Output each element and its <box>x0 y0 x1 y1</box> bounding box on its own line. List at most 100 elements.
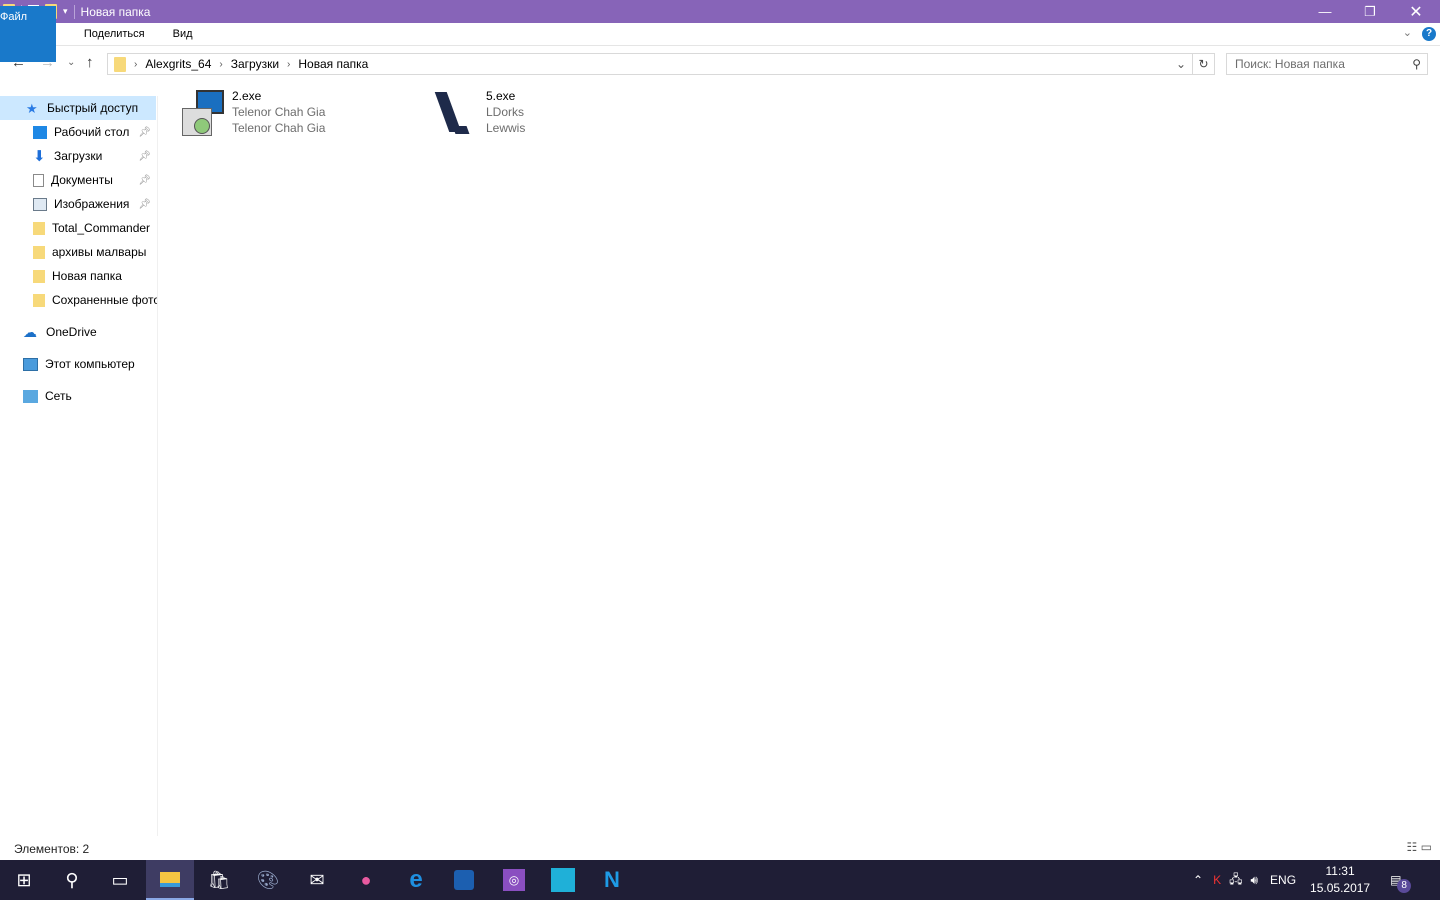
search-button[interactable]: ⚲ <box>48 860 96 900</box>
action-center-icon[interactable]: ▤ 8 <box>1390 873 1412 893</box>
sidebar-item-malware-archives[interactable]: архивы малвары <box>0 240 157 264</box>
sidebar-item-downloads[interactable]: ⬇ Загрузки 📌︎ <box>0 144 157 168</box>
minimize-button[interactable]: — <box>1302 0 1348 23</box>
sidebar-item-saved-photos[interactable]: Сохраненные фото <box>0 288 157 312</box>
windows-icon: ⊞ <box>16 869 32 890</box>
help-icon[interactable]: ? <box>1422 27 1436 41</box>
file-item[interactable]: 2.exe Telenor Chah Gia Telenor Chah Gia <box>176 88 416 144</box>
title-bar: ✓ ▾ Новая папка — ❐ ✕ <box>0 0 1440 23</box>
customize-toolbar-icon[interactable]: ▾ <box>63 6 68 17</box>
desktop-icon <box>33 125 47 139</box>
item-count: Элементов: 2 <box>14 842 90 856</box>
volume-icon[interactable]: 🔊︎ <box>1250 873 1258 888</box>
network-icon[interactable]: 🖧︎ <box>1229 870 1242 891</box>
sidebar-item-new-folder[interactable]: Новая папка <box>0 264 157 288</box>
start-button[interactable]: ⊞ <box>0 860 48 900</box>
app-button-2[interactable] <box>539 860 587 900</box>
chevron-right-icon[interactable]: › <box>287 59 290 70</box>
sidebar-item-label: Этот компьютер <box>45 357 135 371</box>
expand-ribbon-icon[interactable]: ⌄ <box>1403 26 1412 39</box>
breadcrumb-item[interactable]: Новая папка <box>298 57 368 71</box>
chevron-right-icon[interactable]: › <box>134 59 137 70</box>
clock-time: 11:31 <box>1325 864 1355 878</box>
pin-icon[interactable]: 📌︎ <box>138 199 151 210</box>
kaspersky-icon[interactable]: K <box>1213 873 1221 887</box>
window-title: Новая папка <box>80 4 151 19</box>
sidebar-item-documents[interactable]: Документы 📌︎ <box>0 168 157 192</box>
paint-button[interactable]: 🎨︎ <box>244 860 292 900</box>
store-icon: 🛍︎ <box>207 869 231 890</box>
edge-icon: e <box>409 866 423 893</box>
sidebar-item-label: Загрузки <box>54 149 103 163</box>
large-icons-view-icon[interactable]: ▭ <box>1421 840 1432 854</box>
taskbar: ⊞ ⚲ ▭ 🛍︎ 🎨︎ ✉ ● e ◎ N ⌃ K 🖧︎ 🔊︎ ENG 11:3… <box>0 860 1440 900</box>
file-explorer-icon <box>160 871 180 887</box>
sidebar-item-network[interactable]: Сеть <box>0 384 157 408</box>
close-button[interactable]: ✕ <box>1393 0 1439 23</box>
app-button-3[interactable]: N <box>588 860 636 900</box>
sidebar-item-label: Сеть <box>45 389 72 403</box>
back-icon[interactable]: ← <box>11 54 26 71</box>
sidebar-item-pictures[interactable]: Изображения 📌︎ <box>0 192 157 216</box>
ribbon-tabs: Файл Главная Поделиться Вид ⌄ ? <box>0 6 1440 62</box>
clock[interactable]: 11:31 15.05.2017 <box>1310 863 1370 897</box>
search-placeholder: Поиск: Новая папка <box>1235 57 1345 71</box>
sidebar-item-label: Изображения <box>54 197 130 211</box>
details-view-icon[interactable]: ☷ <box>1407 840 1418 854</box>
app-icon <box>454 870 474 890</box>
recent-locations-icon[interactable]: ⌄ <box>67 57 75 68</box>
search-input[interactable]: Поиск: Новая папка ⚲ <box>1226 53 1428 75</box>
file-name: 5.exe <box>486 89 516 103</box>
folder-icon <box>114 56 126 72</box>
forward-icon[interactable]: → <box>40 54 55 71</box>
instagram-icon: ◎ <box>503 869 525 891</box>
file-description: Telenor Chah Gia <box>232 105 326 119</box>
edge-button[interactable]: e <box>392 860 440 900</box>
system-tray: ⌃ K 🖧︎ 🔊︎ ENG 11:31 15.05.2017 ▤ 8 <box>1193 860 1412 900</box>
sidebar-item-quick-access[interactable]: ★ Быстрый доступ <box>0 96 156 120</box>
sidebar-item-label: архивы малвары <box>52 245 147 259</box>
maps-icon: ● <box>360 869 372 890</box>
star-icon: ★ <box>26 100 38 116</box>
store-button[interactable]: 🛍︎ <box>195 860 243 900</box>
chevron-down-icon[interactable]: ⌄ <box>1176 57 1186 71</box>
view-toggle: ☷ ▭ <box>1407 840 1432 854</box>
folder-icon <box>33 269 45 283</box>
breadcrumb-item[interactable]: Загрузки <box>231 57 279 71</box>
instagram-button[interactable]: ◎ <box>490 860 538 900</box>
up-icon[interactable]: ↑ <box>86 54 94 71</box>
sidebar-item-label: Новая папка <box>52 269 122 283</box>
computer-icon <box>23 357 38 371</box>
file-explorer-button[interactable] <box>146 860 194 900</box>
pin-icon[interactable]: 📌︎ <box>138 127 151 138</box>
chevron-up-icon[interactable]: ⌃ <box>1193 873 1203 887</box>
sidebar-item-total-commander[interactable]: Total_Commander <box>0 216 157 240</box>
mail-button[interactable]: ✉ <box>293 860 341 900</box>
tab-view[interactable]: Вид <box>159 23 207 46</box>
task-view-button[interactable]: ▭ <box>96 860 144 900</box>
file-item[interactable]: 5.exe LDorks Lewwis <box>430 88 670 144</box>
refresh-button[interactable]: ↻ <box>1193 53 1215 75</box>
pin-icon[interactable]: 📌︎ <box>138 175 151 186</box>
address-bar[interactable]: › Alexgrits_64 › Загрузки › Новая папка … <box>107 53 1193 75</box>
tab-share[interactable]: Поделиться <box>70 23 159 46</box>
sidebar-item-onedrive[interactable]: ☁ OneDrive <box>0 320 157 344</box>
pin-icon[interactable]: 📌︎ <box>138 151 151 162</box>
search-icon[interactable]: ⚲ <box>1412 54 1421 74</box>
network-icon <box>23 389 38 403</box>
sidebar-item-desktop[interactable]: Рабочий стол 📌︎ <box>0 120 157 144</box>
language-indicator[interactable]: ENG <box>1270 873 1296 887</box>
task-view-icon: ▭ <box>111 869 129 890</box>
chevron-right-icon[interactable]: › <box>219 59 222 70</box>
navigation-pane: ★ Быстрый доступ Рабочий стол 📌︎ ⬇ Загрузки… <box>0 96 158 836</box>
app-button[interactable] <box>440 860 488 900</box>
sidebar-item-this-pc[interactable]: Этот компьютер <box>0 352 157 376</box>
breadcrumb-item[interactable]: Alexgrits_64 <box>145 57 211 71</box>
sidebar-item-label: Сохраненные фото <box>52 293 157 307</box>
navigation-bar: ← → ⌄ ↑ › Alexgrits_64 › Загрузки › Нова… <box>0 52 1440 76</box>
sidebar-item-label: Total_Commander <box>52 221 151 235</box>
document-icon <box>33 173 44 187</box>
maps-button[interactable]: ● <box>342 860 390 900</box>
app-icon <box>551 868 575 892</box>
restore-button[interactable]: ❐ <box>1347 0 1393 23</box>
